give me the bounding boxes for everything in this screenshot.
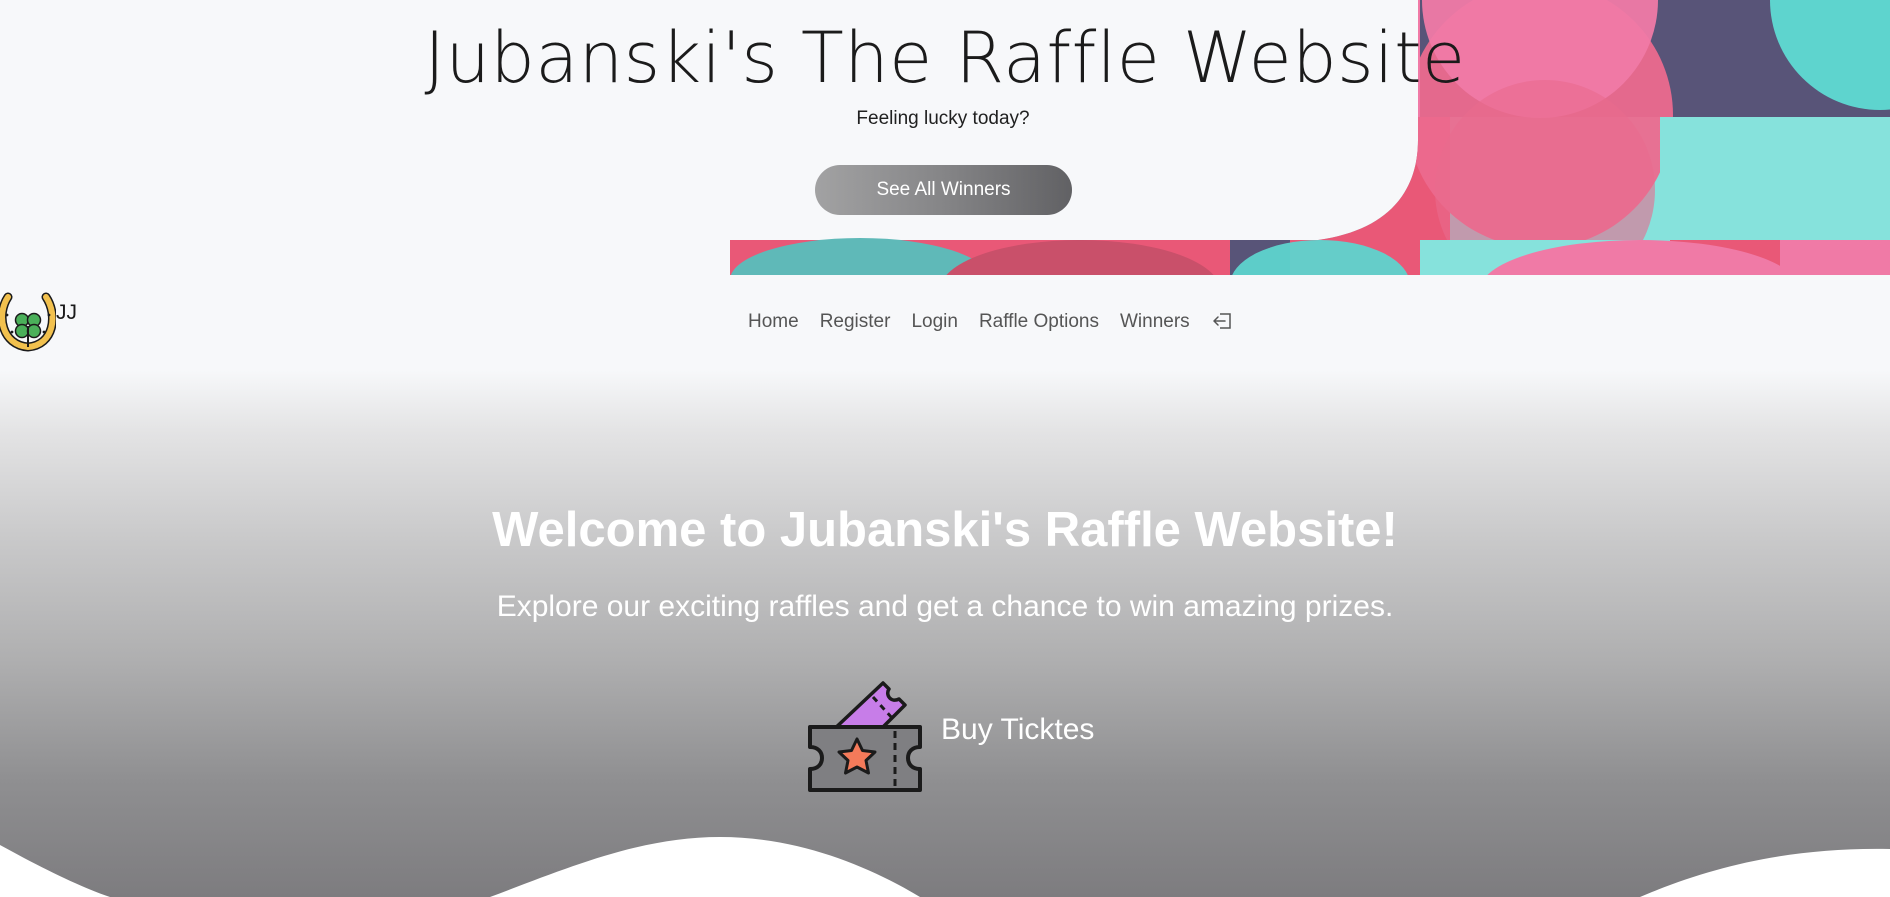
hero-header: Jubanski's The Raffle Website Feeling lu… [0, 0, 1890, 275]
nav-register-link[interactable]: Register [820, 311, 891, 333]
see-all-winners-button[interactable]: See All Winners [815, 165, 1072, 215]
welcome-section: Welcome to Jubanski's Raffle Website! Ex… [0, 370, 1890, 897]
title-block: Jubanski's The Raffle Website [0, 0, 1886, 120]
welcome-heading: Welcome to Jubanski's Raffle Website! [492, 503, 1398, 557]
bottom-wave [0, 837, 1890, 897]
ticket-icon [808, 681, 922, 792]
brand-link[interactable]: JJ [0, 290, 77, 352]
brand-text: JJ [56, 301, 77, 324]
nav-home-link[interactable]: Home [748, 311, 799, 333]
navbar: JJ Home Register Login Raffle Options Wi… [0, 275, 1890, 370]
buy-tickets-label: Buy Ticktes [941, 713, 1095, 746]
site-title: Jubanski's The Raffle Website [424, 17, 1466, 99]
horseshoe-clover-icon [0, 292, 56, 352]
buy-tickets-link[interactable]: Buy Ticktes [805, 675, 1094, 797]
welcome-subtitle: Explore our exciting raffles and get a c… [496, 590, 1394, 623]
nav-links: Home Register Login Raffle Options Winne… [748, 311, 1233, 333]
nav-winners-link[interactable]: Winners [1120, 311, 1190, 333]
nav-login-link[interactable]: Login [911, 311, 958, 333]
nav-raffle-options-link[interactable]: Raffle Options [979, 311, 1099, 333]
tagline: Feeling lucky today? [856, 108, 1030, 129]
logout-icon[interactable] [1211, 311, 1233, 331]
